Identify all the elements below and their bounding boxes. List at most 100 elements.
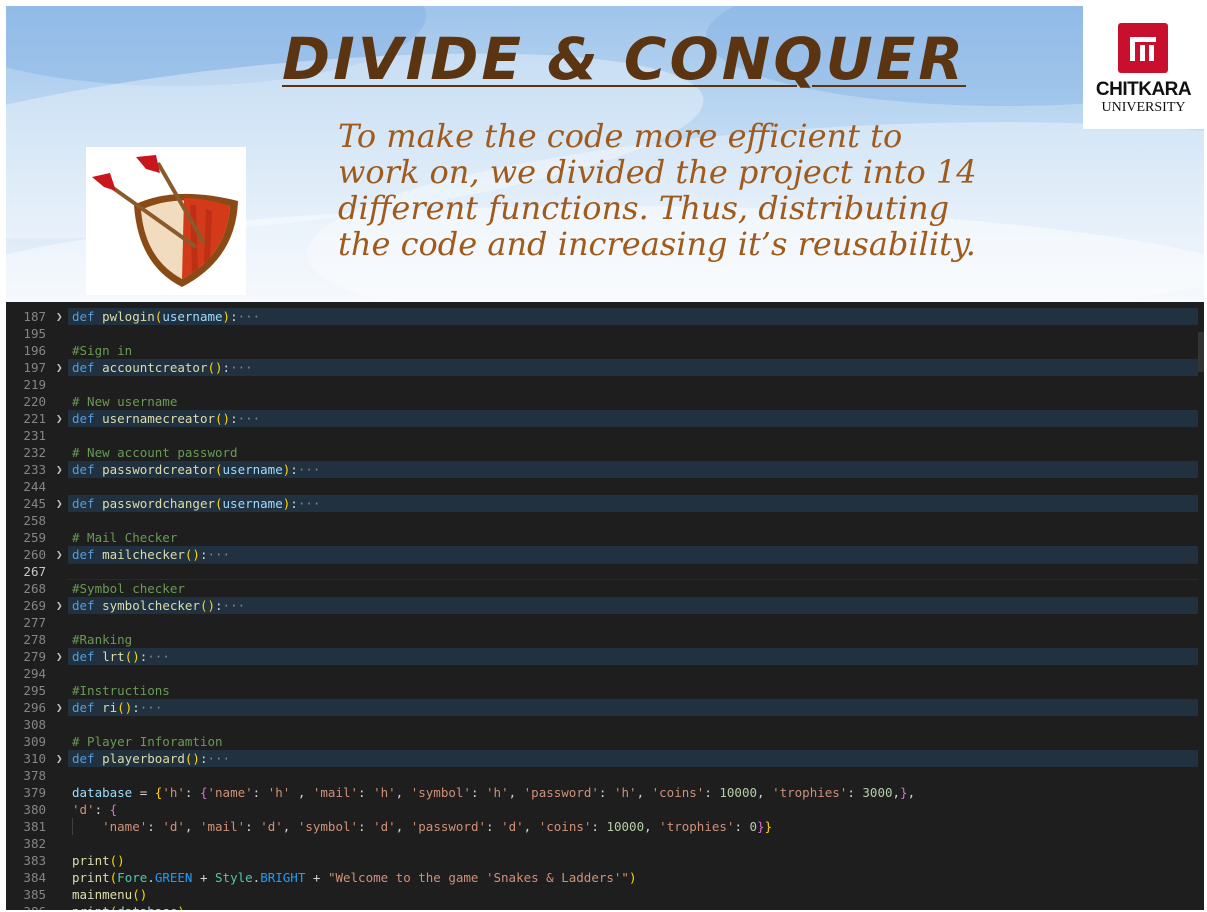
code-line[interactable]: 309 # Player Inforamtion xyxy=(6,733,1204,750)
code-line[interactable]: 245 ❯ def passwordchanger(username):··· xyxy=(6,495,1204,512)
code-line[interactable]: 384 print(Fore.GREEN + Style.BRIGHT + "We… xyxy=(6,869,1204,886)
code-token: : xyxy=(704,785,720,800)
code-token: print xyxy=(72,904,110,910)
code-line[interactable]: 385 mainmenu() xyxy=(6,886,1204,903)
code-token: { xyxy=(109,802,118,817)
code-line[interactable]: 381 'name': 'd', 'mail': 'd', 'symbol': … xyxy=(6,818,1204,835)
code-token: passwordchanger xyxy=(102,496,215,511)
code-editor[interactable]: 187 ❯ def pwlogin(username):··· 195 196 #Sign… xyxy=(6,302,1204,910)
code-token: 'symbol' xyxy=(410,785,471,800)
code-token: : xyxy=(591,819,607,834)
fold-chevron-icon[interactable]: ❯ xyxy=(56,359,66,376)
code-token: #Symbol checker xyxy=(72,581,185,596)
code-token: 'mail' xyxy=(199,819,246,834)
code-line[interactable]: 279 ❯ def lrt():··· xyxy=(6,648,1204,665)
code-line[interactable]: 277 xyxy=(6,614,1204,631)
fold-chevron-icon[interactable]: ❯ xyxy=(56,750,66,767)
code-line[interactable]: 232 # New account password xyxy=(6,444,1204,461)
code-line[interactable]: 244 xyxy=(6,478,1204,495)
line-number: 258 xyxy=(23,513,46,528)
fold-chevron-icon[interactable]: ❯ xyxy=(56,546,66,563)
code-line[interactable]: 187 ❯ def pwlogin(username):··· xyxy=(6,308,1204,325)
code-line[interactable]: 197 ❯ def accountcreator():··· xyxy=(6,359,1204,376)
code-line[interactable]: 221 ❯ def usernamecreator():··· xyxy=(6,410,1204,427)
line-number: 277 xyxy=(23,615,46,630)
code-line[interactable]: 296 ❯ def ri():··· xyxy=(6,699,1204,716)
line-number: 382 xyxy=(23,836,46,851)
fold-chevron-icon[interactable]: ❯ xyxy=(56,699,66,716)
code-token: def xyxy=(72,547,103,562)
code-token: ··· xyxy=(237,411,261,426)
code-token: 'name' xyxy=(207,785,253,800)
code-token: def xyxy=(72,309,103,324)
code-token: def xyxy=(72,700,103,715)
code-line[interactable]: 378 xyxy=(6,767,1204,784)
code-token: () xyxy=(184,547,200,562)
code-line[interactable]: 231 xyxy=(6,427,1204,444)
code-token: 'd' xyxy=(501,819,524,834)
code-token: () xyxy=(199,598,216,613)
code-token: . xyxy=(147,870,155,885)
code-line[interactable]: 219 xyxy=(6,376,1204,393)
code-token: : xyxy=(847,785,863,800)
code-token: username xyxy=(222,462,283,477)
code-token: } xyxy=(900,785,908,800)
code-token: : xyxy=(290,462,298,477)
code-line[interactable]: 195 xyxy=(6,325,1204,342)
code-text: 'name': 'd', 'mail': 'd', 'symbol': 'd',… xyxy=(72,818,772,835)
code-text: def lrt():··· xyxy=(72,648,170,665)
code-line[interactable]: 268 #Symbol checker xyxy=(6,580,1204,597)
code-line[interactable]: 380 'd': { xyxy=(6,801,1204,818)
code-text: #Symbol checker xyxy=(72,580,185,597)
code-token: } xyxy=(757,819,765,834)
line-number: 187 xyxy=(23,309,46,324)
code-token: : xyxy=(358,819,374,834)
code-token: : xyxy=(230,309,238,324)
code-line[interactable]: 258 xyxy=(6,512,1204,529)
code-line[interactable]: 220 # New username xyxy=(6,393,1204,410)
code-line[interactable]: 196 #Sign in xyxy=(6,342,1204,359)
line-number: 381 xyxy=(23,819,46,834)
code-token: ··· xyxy=(139,700,163,715)
code-token: 10000 xyxy=(719,785,758,800)
fold-chevron-icon[interactable]: ❯ xyxy=(56,597,66,614)
code-token: 'coins' xyxy=(538,819,592,834)
code-token: ri xyxy=(102,700,118,715)
code-token: usernamecreator xyxy=(102,411,215,426)
code-line[interactable]: 260 ❯ def mailchecker():··· xyxy=(6,546,1204,563)
code-line[interactable]: 269 ❯ def symbolchecker():··· xyxy=(6,597,1204,614)
code-line[interactable]: 259 # Mail Checker xyxy=(6,529,1204,546)
code-token: def xyxy=(72,649,103,664)
fold-chevron-icon[interactable]: ❯ xyxy=(56,308,66,325)
code-token: # New account password xyxy=(72,445,238,460)
code-line[interactable]: 379 database = {'h': {'name': 'h' , 'mail… xyxy=(6,784,1204,801)
fold-chevron-icon[interactable]: ❯ xyxy=(56,648,66,665)
code-token: ( xyxy=(215,462,223,477)
fold-chevron-icon[interactable]: ❯ xyxy=(56,410,66,427)
code-line[interactable]: 278 #Ranking xyxy=(6,631,1204,648)
fold-chevron-icon[interactable]: ❯ xyxy=(56,461,66,478)
fold-chevron-icon[interactable]: ❯ xyxy=(56,495,66,512)
code-text: print(Fore.GREEN + Style.BRIGHT + "Welco… xyxy=(72,869,637,886)
line-highlight xyxy=(68,699,1198,716)
code-line[interactable]: 310 ❯ def playerboard():··· xyxy=(6,750,1204,767)
code-token: , xyxy=(290,785,313,800)
code-token: 'd' xyxy=(373,819,396,834)
code-line[interactable]: 383 print() xyxy=(6,852,1204,869)
code-line[interactable]: 294 xyxy=(6,665,1204,682)
code-line[interactable]: 386 print(database) xyxy=(6,903,1204,910)
code-line[interactable]: 267 xyxy=(6,563,1204,580)
code-token: #Ranking xyxy=(72,632,133,647)
code-line[interactable]: 295 #Instructions xyxy=(6,682,1204,699)
line-number: 195 xyxy=(23,326,46,341)
code-token: BRIGHT xyxy=(260,870,306,885)
code-token: } xyxy=(764,819,773,834)
code-text: # Mail Checker xyxy=(72,529,177,546)
code-token: : xyxy=(147,819,163,834)
code-line[interactable]: 382 xyxy=(6,835,1204,852)
code-line[interactable]: 233 ❯ def passwordcreator(username):··· xyxy=(6,461,1204,478)
code-text: # New account password xyxy=(72,444,238,461)
code-token: , xyxy=(523,819,539,834)
line-number: 220 xyxy=(23,394,46,409)
code-line[interactable]: 308 xyxy=(6,716,1204,733)
